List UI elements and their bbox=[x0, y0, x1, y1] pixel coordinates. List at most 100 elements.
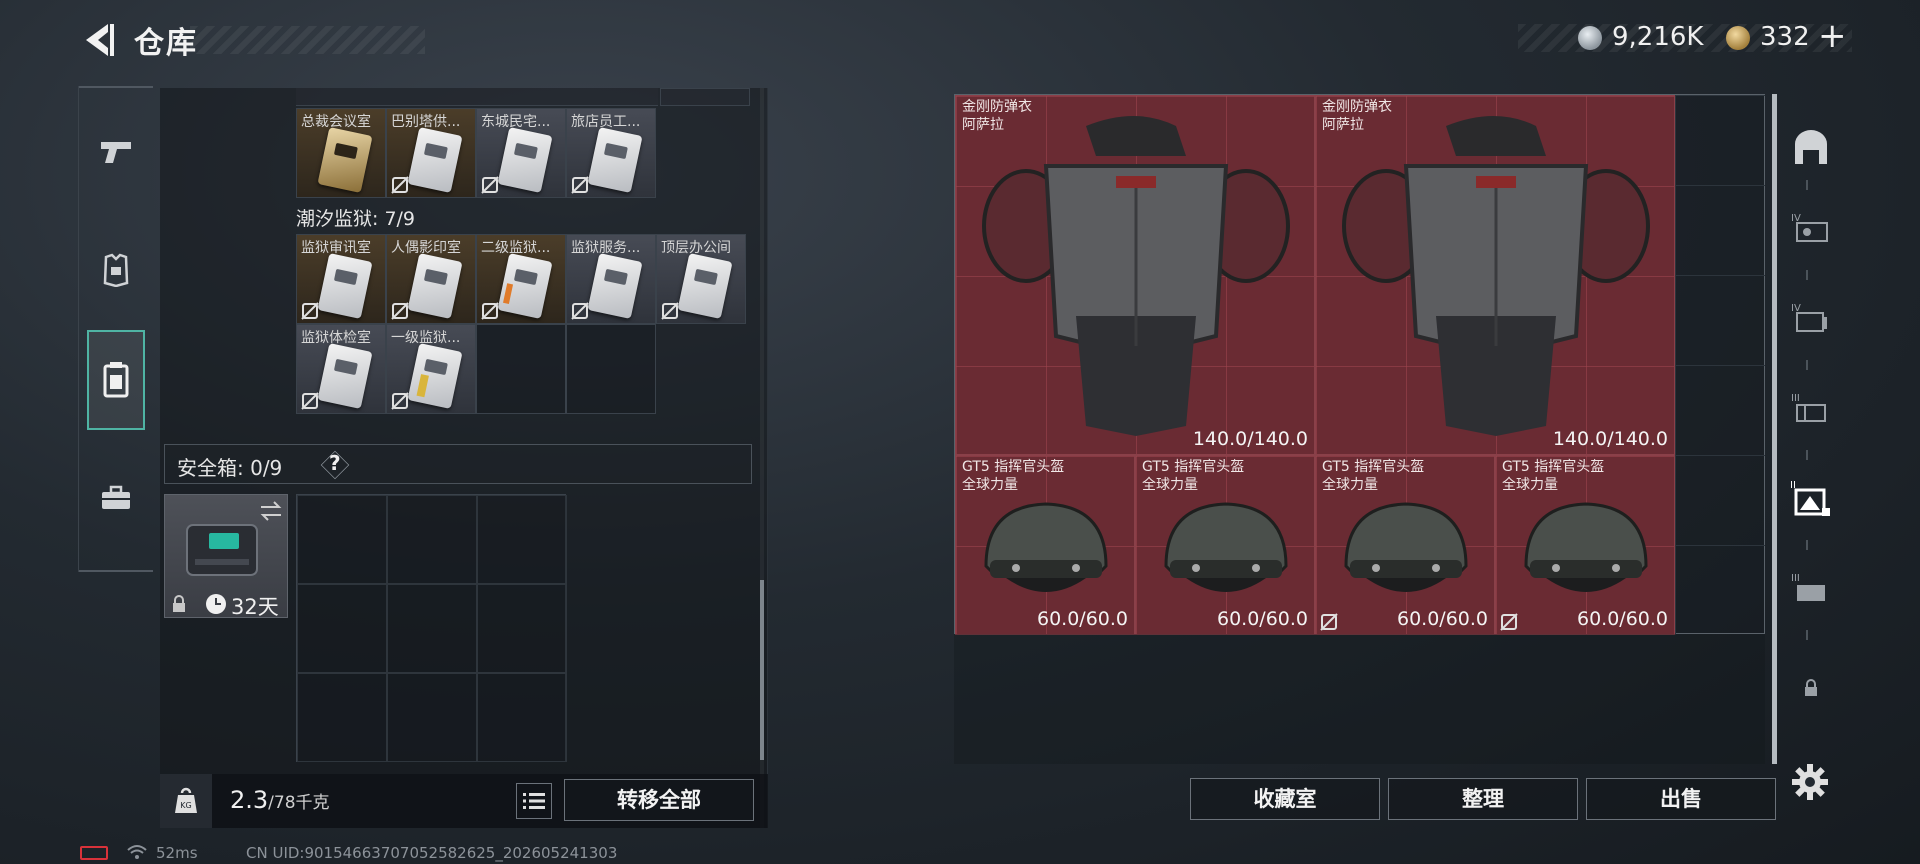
stash-tab-hideout[interactable] bbox=[1782, 114, 1840, 182]
nav-weapons[interactable] bbox=[87, 102, 145, 202]
swap-icon[interactable] bbox=[259, 501, 283, 521]
keycard-slot[interactable]: 二级监狱... bbox=[476, 234, 566, 324]
stash-item-armor[interactable]: 金刚防弹衣 阿萨拉 140.0/140.0 bbox=[955, 95, 1315, 455]
stash-iii-a-icon: III bbox=[1791, 393, 1826, 422]
inventory-scrollbar-thumb[interactable] bbox=[760, 580, 764, 760]
stash-tab-iii-b[interactable]: III bbox=[1782, 554, 1840, 622]
add-currency-button[interactable]: + bbox=[1818, 16, 1847, 56]
keycard-slot[interactable]: 一级监狱... bbox=[386, 324, 476, 414]
item-name-text: GT5 指挥官头盔 bbox=[962, 459, 1065, 475]
weight-readout: 2.3/78千克 bbox=[230, 786, 330, 814]
stash-tab-iv-b[interactable]: IV bbox=[1782, 284, 1840, 352]
organize-button[interactable]: 整理 bbox=[1388, 778, 1578, 820]
keycard-slot[interactable]: 人偶影印室 bbox=[386, 234, 476, 324]
keycard-slot[interactable]: 监狱审讯室 bbox=[296, 234, 386, 324]
collection-room-button[interactable]: 收藏室 bbox=[1190, 778, 1380, 820]
safe-slot[interactable] bbox=[387, 495, 477, 584]
keycard-slot[interactable]: 监狱体检室 bbox=[296, 324, 386, 414]
keycard-slot[interactable]: 监狱服务... bbox=[566, 234, 656, 324]
item-durability: 60.0/60.0 bbox=[1036, 608, 1128, 630]
item-subname-text: 阿萨拉 bbox=[1322, 117, 1364, 133]
keycard-slot[interactable]: 东城民宅... bbox=[476, 108, 566, 198]
keycard-slot[interactable]: 旅店员工... bbox=[566, 108, 656, 198]
svg-text:KG: KG bbox=[180, 801, 191, 810]
safe-slot[interactable] bbox=[477, 495, 567, 584]
stash-iii-b-icon: III bbox=[1791, 573, 1825, 601]
nav-keycards[interactable] bbox=[87, 330, 145, 430]
svg-text:III: III bbox=[1791, 393, 1800, 404]
item-name-text: GT5 指挥官头盔 bbox=[1502, 459, 1605, 475]
stash-tab-locked[interactable] bbox=[1782, 654, 1840, 722]
stash-scrollbar[interactable] bbox=[1772, 94, 1777, 764]
item-durability: 60.0/60.0 bbox=[1216, 608, 1308, 630]
safe-slot[interactable] bbox=[477, 584, 567, 673]
stash-tab-iii-a[interactable]: III bbox=[1782, 374, 1840, 442]
stash-empty-slots[interactable] bbox=[1675, 95, 1765, 455]
keycard-slot[interactable]: 顶层办公间 bbox=[656, 234, 746, 324]
keycard-slot-empty[interactable] bbox=[566, 324, 656, 414]
stash-tab-iv-a[interactable]: IV bbox=[1782, 194, 1840, 262]
page-title: 仓库 bbox=[134, 26, 198, 61]
safe-box-header: 安全箱: 0/9 ? bbox=[164, 444, 752, 484]
item-subname-text: 全球力量 bbox=[1322, 477, 1378, 493]
wifi-icon bbox=[127, 845, 147, 859]
safe-slot[interactable] bbox=[387, 673, 477, 762]
stash-lower-area bbox=[954, 634, 1765, 764]
item-durability: 140.0/140.0 bbox=[1552, 428, 1668, 450]
keycard-slot-empty[interactable] bbox=[476, 324, 566, 414]
keycard-label: 监狱服务... bbox=[571, 240, 641, 256]
stash-item-helmet[interactable]: GT5 指挥官头盔 全球力量 60.0/60.0 bbox=[1495, 455, 1675, 635]
helmet-image bbox=[1524, 502, 1648, 592]
transfer-all-button[interactable]: 转移全部 bbox=[564, 779, 754, 821]
player-uid: CN UID:901546637070525826​25_20260524130… bbox=[246, 844, 618, 862]
nav-divider bbox=[1806, 180, 1808, 190]
item-name-text: GT5 指挥官头盔 bbox=[1322, 459, 1425, 475]
safe-slot[interactable] bbox=[297, 584, 387, 673]
sell-button[interactable]: 出售 bbox=[1586, 778, 1776, 820]
no-discard-icon bbox=[481, 176, 499, 194]
help-button[interactable] bbox=[320, 450, 350, 480]
keycard-image bbox=[407, 343, 463, 409]
item-subname-text: 全球力量 bbox=[1142, 477, 1198, 493]
hideout-icon bbox=[1795, 130, 1827, 164]
no-discard-icon bbox=[481, 302, 499, 320]
keycard-image bbox=[497, 127, 553, 193]
stash-item-armor[interactable]: 金刚防弹衣 阿萨拉 140.0/140.0 bbox=[1315, 95, 1675, 455]
safe-slot[interactable] bbox=[297, 673, 387, 762]
stash-item-helmet[interactable]: GT5 指挥官头盔 全球力量 60.0/60.0 bbox=[1315, 455, 1495, 635]
stash-grid: 金刚防弹衣 阿萨拉 140.0/140.0 金刚防弹衣 阿萨拉 140.0/14… bbox=[954, 94, 1765, 635]
safe-slot[interactable] bbox=[477, 673, 567, 762]
stash-iv-a-icon: IV bbox=[1791, 213, 1828, 242]
weight-current: 2.3 bbox=[230, 786, 269, 814]
stash-empty-slots[interactable] bbox=[1675, 455, 1765, 635]
settings-gear-icon[interactable] bbox=[1790, 762, 1830, 802]
stash-tab-active[interactable]: II bbox=[1782, 464, 1840, 532]
svg-text:III: III bbox=[1791, 573, 1800, 584]
keycard-slot[interactable]: 巴别塔供... bbox=[386, 108, 476, 198]
stash-item-helmet[interactable]: GT5 指挥官头盔 全球力量 60.0/60.0 bbox=[955, 455, 1135, 635]
gold-amount: 332 bbox=[1760, 22, 1810, 52]
nav-divider bbox=[1806, 450, 1808, 460]
keycard-row-partial bbox=[296, 88, 658, 106]
silver-coin-icon bbox=[1578, 26, 1602, 50]
clock-icon bbox=[206, 594, 226, 614]
safe-slot[interactable] bbox=[387, 584, 477, 673]
back-arrow-icon[interactable] bbox=[78, 20, 114, 60]
safe-box-days: 32天 bbox=[231, 595, 279, 619]
safe-box-item[interactable]: 32天 bbox=[164, 494, 288, 619]
stash-item-helmet[interactable]: GT5 指挥官头盔 全球力量 60.0/60.0 bbox=[1135, 455, 1315, 635]
list-view-button[interactable] bbox=[516, 783, 552, 819]
keycard-slot[interactable]: 总裁会议室 bbox=[296, 108, 386, 198]
item-subname-text: 全球力量 bbox=[962, 477, 1018, 493]
safe-slot[interactable] bbox=[297, 495, 387, 584]
nav-armor[interactable] bbox=[87, 220, 145, 320]
keycard-image bbox=[497, 253, 553, 319]
keycard-label: 旅店员工... bbox=[571, 114, 641, 130]
nav-divider bbox=[1806, 540, 1808, 550]
nav-toolbox[interactable] bbox=[87, 448, 145, 548]
weight-bar: KG 2.3/78千克 转移全部 bbox=[160, 774, 768, 828]
item-name-text: GT5 指挥官头盔 bbox=[1142, 459, 1245, 475]
no-discard-icon bbox=[391, 302, 409, 320]
item-name-text: 金刚防弹衣 bbox=[962, 99, 1032, 115]
item-durability: 60.0/60.0 bbox=[1396, 608, 1488, 630]
